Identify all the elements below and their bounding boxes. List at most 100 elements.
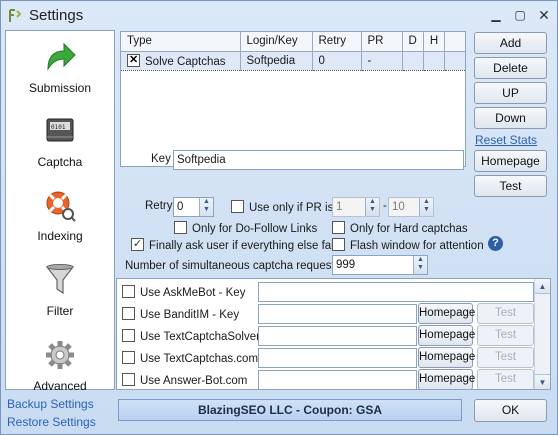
checkbox-label: Use TextCaptchaSolver xyxy=(140,331,260,343)
sidebar-item-label: Filter xyxy=(46,304,74,318)
checkbox-box xyxy=(122,373,135,386)
checkbox-label: Finally ask user if everything else fail… xyxy=(149,240,343,252)
captcha-services-list: Use AskMeBot - Key Use BanditIM - Key Ho… xyxy=(116,278,551,390)
scroll-down-icon[interactable]: ▼ xyxy=(535,374,550,389)
service-checkbox-banditim[interactable]: Use BanditIM - Key xyxy=(122,307,239,321)
sidebar-item-filter[interactable]: Filter xyxy=(6,262,114,318)
service-checkbox-askmebot[interactable]: Use AskMeBot - Key xyxy=(122,285,245,299)
services-scrollbar[interactable]: ▲ ▼ xyxy=(534,279,550,389)
sidebar-item-label: Submission xyxy=(28,81,92,95)
checkbox-box xyxy=(122,285,135,298)
table-cell-retry: 0 xyxy=(312,50,362,71)
key-input[interactable]: Softpedia xyxy=(173,150,464,170)
service-key-input-answerbot[interactable] xyxy=(258,370,417,389)
reset-stats-link[interactable]: Reset Stats xyxy=(475,133,537,147)
flash-window-checkbox[interactable]: Flash window for attention xyxy=(332,238,484,252)
table-row[interactable]: Solve Captchas Softpedia 0 - xyxy=(121,50,465,71)
sidebar-item-submission[interactable]: Submission xyxy=(6,39,114,95)
sidebar-item-label: Indexing xyxy=(37,229,83,243)
maximize-icon[interactable]: ▢ xyxy=(513,8,527,22)
coupon-banner[interactable]: BlazingSEO LLC - Coupon: GSA xyxy=(118,399,462,421)
column-header-retry[interactable]: Retry xyxy=(312,32,362,52)
up-button[interactable]: UP xyxy=(474,82,547,104)
retry-input[interactable]: 0 ▲ ▼ xyxy=(173,197,214,217)
sidebar-item-captcha[interactable]: 0101 Captcha xyxy=(6,113,114,169)
key-label: Key xyxy=(151,153,171,165)
scroll-track[interactable] xyxy=(535,294,550,374)
pr-from-spinner[interactable]: ▲ ▼ xyxy=(365,198,379,216)
ok-button[interactable]: OK xyxy=(474,399,547,422)
pr-to-spinner[interactable]: ▲ ▼ xyxy=(419,198,433,216)
service-checkbox-textcaptchasolver[interactable]: Use TextCaptchaSolver xyxy=(122,329,260,343)
checkbox-box xyxy=(332,221,345,234)
retry-label: Retry xyxy=(145,200,173,212)
service-key-input-banditim[interactable] xyxy=(258,304,417,324)
sidebar-item-label: Advanced xyxy=(33,379,87,393)
settings-window: Settings ▁ ▢ ✕ Submission 0101 Captcha I… xyxy=(0,0,558,435)
service-checkbox-answerbot[interactable]: Use Answer-Bot.com xyxy=(122,373,247,387)
checkbox-label: Use only if PR is xyxy=(249,202,334,214)
checkbox-box xyxy=(231,200,244,213)
column-header-type[interactable]: Type xyxy=(121,32,241,52)
captcha-icon: 0101 xyxy=(46,118,74,142)
service-key-input-textcaptchasolver[interactable] xyxy=(258,326,417,346)
only-dofollow-checkbox[interactable]: Only for Do-Follow Links xyxy=(174,221,317,235)
service-homepage-button[interactable]: Homepage xyxy=(418,303,475,324)
checkbox-label: Use TextCaptchas.com xyxy=(140,353,259,365)
table-cell-d xyxy=(402,50,424,71)
service-test-button[interactable]: Test xyxy=(477,369,534,389)
service-homepage-button[interactable]: Homepage xyxy=(418,369,475,389)
pr-from-input[interactable]: 1 ▲ ▼ xyxy=(332,197,380,217)
sidebar-item-indexing[interactable]: Indexing xyxy=(6,187,114,243)
minimize-icon[interactable]: ▁ xyxy=(489,8,503,22)
service-test-button[interactable]: Test xyxy=(477,347,534,368)
test-button[interactable]: Test xyxy=(474,175,547,197)
scroll-up-icon[interactable]: ▲ xyxy=(535,279,550,294)
row-checkbox[interactable] xyxy=(127,53,140,67)
table-cell-pr: - xyxy=(361,50,403,71)
service-homepage-button[interactable]: Homepage xyxy=(418,325,475,346)
close-icon[interactable]: ✕ xyxy=(537,8,551,22)
simultaneous-value: 999 xyxy=(336,259,356,271)
pr-range-dash: - xyxy=(383,200,387,212)
service-checkbox-textcaptchas[interactable]: Use TextCaptchas.com xyxy=(122,351,258,365)
restore-settings-link[interactable]: Restore Settings xyxy=(7,415,96,429)
retry-value: 0 xyxy=(177,201,184,213)
list-item: Use BanditIM - Key Homepage Test xyxy=(117,303,535,325)
add-button[interactable]: Add xyxy=(474,32,547,54)
column-header-d[interactable]: D xyxy=(402,32,424,52)
title-bar: Settings ▁ ▢ ✕ xyxy=(1,1,557,31)
service-test-button[interactable]: Test xyxy=(477,303,534,324)
sidebar-item-advanced[interactable]: Advanced xyxy=(6,337,114,393)
pr-to-input[interactable]: 10 ▲ ▼ xyxy=(388,197,434,217)
use-only-pr-checkbox[interactable]: Use only if PR is xyxy=(231,200,333,214)
checkbox-label: Use AskMeBot - Key xyxy=(140,287,246,299)
backup-settings-link[interactable]: Backup Settings xyxy=(7,397,94,411)
homepage-button[interactable]: Homepage xyxy=(474,150,547,172)
service-key-input-askmebot[interactable] xyxy=(258,282,534,302)
help-icon[interactable]: ? xyxy=(488,236,503,251)
simultaneous-label: Number of simultaneous captcha requests xyxy=(125,260,341,272)
gear-icon xyxy=(46,341,74,369)
down-button[interactable]: Down xyxy=(474,107,547,129)
finally-ask-checkbox[interactable]: Finally ask user if everything else fail… xyxy=(131,237,343,252)
service-test-button[interactable]: Test xyxy=(477,325,534,346)
pr-from-value: 1 xyxy=(336,201,343,213)
list-item: Use Answer-Bot.com Homepage Test xyxy=(117,369,535,389)
table-cell-type: Solve Captchas xyxy=(121,50,241,71)
simultaneous-spinner[interactable]: ▲ ▼ xyxy=(413,256,427,274)
only-hard-checkbox[interactable]: Only for Hard captchas xyxy=(332,221,468,235)
retry-spinner[interactable]: ▲ ▼ xyxy=(199,198,213,216)
column-header-h[interactable]: H xyxy=(423,32,446,52)
pr-to-value: 10 xyxy=(392,201,405,213)
service-key-input-textcaptchas[interactable] xyxy=(258,348,417,368)
column-header-pr[interactable]: PR xyxy=(361,32,403,52)
funnel-icon xyxy=(45,264,75,295)
delete-button[interactable]: Delete xyxy=(474,57,547,79)
table-cell-filler xyxy=(444,50,465,71)
simultaneous-input[interactable]: 999 ▲ ▼ xyxy=(332,255,428,275)
service-homepage-button[interactable]: Homepage xyxy=(418,347,475,368)
sidebar: Submission 0101 Captcha Indexing Filter … xyxy=(5,30,115,393)
column-header-login[interactable]: Login/Key xyxy=(240,32,313,52)
checkbox-box xyxy=(174,221,187,234)
